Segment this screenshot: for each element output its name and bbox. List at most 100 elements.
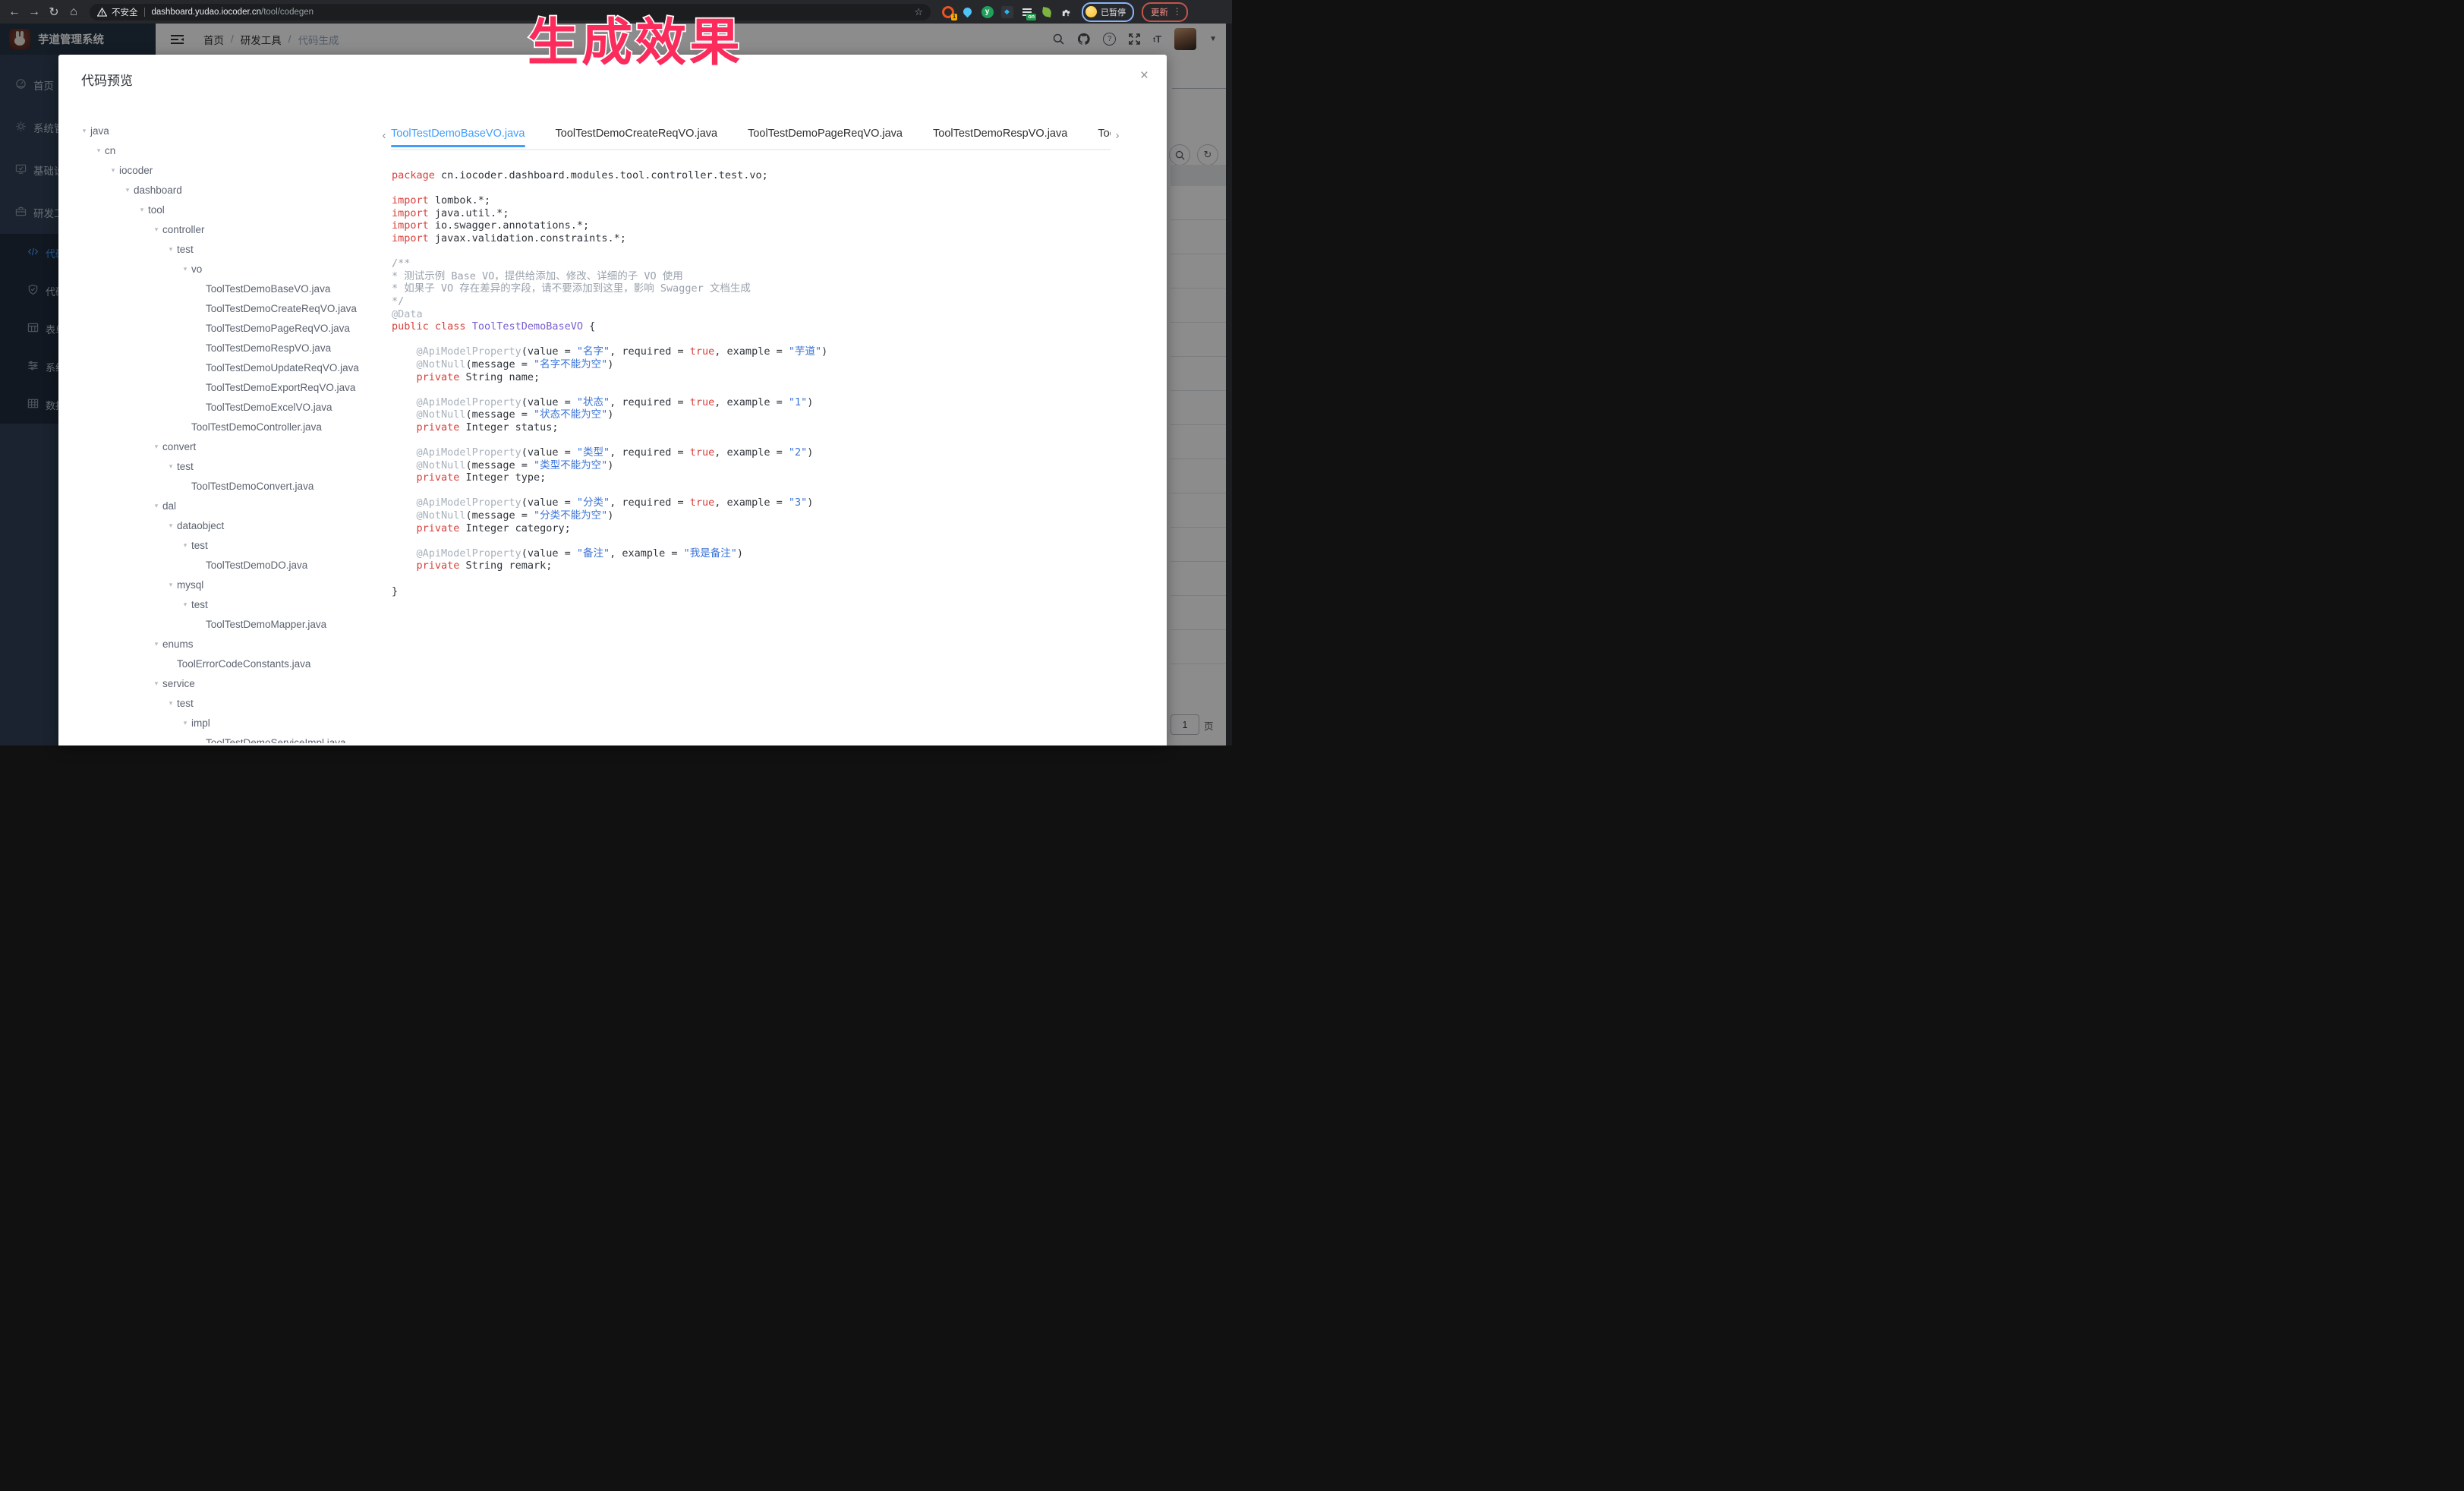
tree-file-ToolErrorCodeConstants.java[interactable]: ToolErrorCodeConstants.java: [74, 654, 373, 673]
expand-arrow-icon[interactable]: ▾: [165, 581, 177, 589]
profile-chip[interactable]: 已暂停: [1082, 2, 1134, 22]
tree-folder-mysql[interactable]: ▾mysql: [74, 575, 373, 594]
tree-folder-convert[interactable]: ▾convert: [74, 437, 373, 456]
tree-label: service: [162, 678, 195, 689]
code-line: @NotNull(message = "状态不能为空"): [392, 408, 1152, 421]
expand-arrow-icon[interactable]: ▾: [179, 600, 191, 609]
expand-arrow-icon[interactable]: ▾: [150, 679, 162, 688]
tree-folder-enums[interactable]: ▾enums: [74, 634, 373, 654]
tree-file-ToolTestDemoCreateReqVO.java[interactable]: ToolTestDemoCreateReqVO.java: [74, 298, 373, 318]
reload-icon[interactable]: ↻: [44, 5, 64, 20]
back-icon[interactable]: ←: [5, 5, 24, 19]
ubuntu-icon[interactable]: 1: [941, 5, 954, 18]
tree-label: ToolTestDemoServiceImpl.java: [206, 737, 346, 744]
expand-arrow-icon[interactable]: ▾: [165, 245, 177, 254]
update-button[interactable]: 更新 ⋮: [1142, 2, 1188, 22]
tree-folder-test[interactable]: ▾test: [74, 456, 373, 476]
tree-folder-dataobject[interactable]: ▾dataobject: [74, 515, 373, 535]
tree-file-ToolTestDemoBaseVO.java[interactable]: ToolTestDemoBaseVO.java: [74, 279, 373, 298]
update-button-label: 更新: [1151, 6, 1168, 18]
code-line: @ApiModelProperty(value = "名字", required…: [392, 345, 1152, 358]
tree-folder-dal[interactable]: ▾dal: [74, 496, 373, 515]
expand-arrow-icon[interactable]: ▾: [165, 462, 177, 471]
tab-ToolTestDemoUpdateReqVO.java[interactable]: ToolTestDemoUpdateReqVO.java: [1098, 120, 1111, 147]
tree-label: test: [177, 698, 194, 709]
tab-ToolTestDemoCreateReqVO.java[interactable]: ToolTestDemoCreateReqVO.java: [556, 120, 718, 147]
tree-folder-test[interactable]: ▾test: [74, 693, 373, 713]
tree-folder-test[interactable]: ▾test: [74, 535, 373, 555]
tree-file-ToolTestDemoPageReqVO.java[interactable]: ToolTestDemoPageReqVO.java: [74, 318, 373, 338]
expand-arrow-icon[interactable]: ▾: [136, 206, 148, 214]
expand-arrow-icon[interactable]: ▾: [150, 640, 162, 648]
home-icon[interactable]: ⌂: [64, 5, 83, 19]
tree-folder-controller[interactable]: ▾controller: [74, 219, 373, 239]
expand-arrow-icon[interactable]: ▾: [179, 265, 191, 273]
expand-arrow-icon[interactable]: ▾: [150, 225, 162, 234]
tab-ToolTestDemoPageReqVO.java[interactable]: ToolTestDemoPageReqVO.java: [748, 120, 903, 147]
green-y-icon[interactable]: y: [981, 5, 994, 18]
puzzle-icon[interactable]: [1060, 5, 1073, 18]
tree-folder-impl[interactable]: ▾impl: [74, 713, 373, 733]
tree-folder-tool[interactable]: ▾tool: [74, 200, 373, 219]
blue-diamond-icon[interactable]: ◆: [1000, 5, 1013, 18]
tree-file-ToolTestDemoDO.java[interactable]: ToolTestDemoDO.java: [74, 555, 373, 575]
address-bar[interactable]: 不安全 dashboard.yudao.iocoder.cn /tool/cod…: [90, 4, 931, 20]
code-line: @NotNull(message = "分类不能为空"): [392, 509, 1152, 522]
tree-label: cn: [105, 145, 115, 156]
tree-folder-cn[interactable]: ▾cn: [74, 140, 373, 160]
expand-arrow-icon[interactable]: ▾: [121, 186, 134, 194]
expand-arrow-icon[interactable]: ▾: [179, 541, 191, 550]
tree-label: ToolTestDemoDO.java: [206, 560, 307, 571]
tree-file-ToolTestDemoServiceImpl.java[interactable]: ToolTestDemoServiceImpl.java: [74, 733, 373, 743]
tree-folder-service[interactable]: ▾service: [74, 673, 373, 693]
tree-label: ToolTestDemoExportReqVO.java: [206, 382, 355, 393]
expand-arrow-icon[interactable]: ▾: [165, 522, 177, 530]
tree-file-ToolTestDemoConvert.java[interactable]: ToolTestDemoConvert.java: [74, 476, 373, 496]
tree-folder-iocoder[interactable]: ▾iocoder: [74, 160, 373, 180]
browser-scrollbar[interactable]: [1226, 24, 1232, 746]
tab-ToolTestDemoRespVO.java[interactable]: ToolTestDemoRespVO.java: [933, 120, 1067, 147]
star-icon[interactable]: ☆: [914, 6, 923, 18]
expand-arrow-icon[interactable]: ▾: [165, 699, 177, 708]
menu-kebab-icon[interactable]: ⋮: [1173, 8, 1182, 16]
tab-ToolTestDemoBaseVO.java[interactable]: ToolTestDemoBaseVO.java: [391, 120, 525, 147]
code-line: @NotNull(message = "名字不能为空"): [392, 358, 1152, 371]
tree-label: convert: [162, 441, 196, 452]
tree-file-ToolTestDemoUpdateReqVO.java[interactable]: ToolTestDemoUpdateReqVO.java: [74, 358, 373, 377]
tree-file-ToolTestDemoController.java[interactable]: ToolTestDemoController.java: [74, 417, 373, 437]
tree-folder-test[interactable]: ▾test: [74, 239, 373, 259]
code-line: @ApiModelProperty(value = "备注", example …: [392, 547, 1152, 560]
tree-folder-dashboard[interactable]: ▾dashboard: [74, 180, 373, 200]
security-label[interactable]: 不安全: [112, 6, 138, 18]
tree-label: enums: [162, 638, 194, 650]
code-preview-modal: 代码预览 × ▾java▾cn▾iocoder▾dashboard▾tool▾c…: [58, 55, 1167, 746]
tree-folder-vo[interactable]: ▾vo: [74, 259, 373, 279]
tree-folder-java[interactable]: ▾java: [74, 121, 373, 140]
tree-label: ToolTestDemoRespVO.java: [206, 342, 331, 354]
forward-icon[interactable]: →: [24, 5, 44, 19]
expand-arrow-icon[interactable]: ▾: [179, 719, 191, 727]
water-drop-icon[interactable]: [961, 5, 974, 18]
tree-file-ToolTestDemoExportReqVO.java[interactable]: ToolTestDemoExportReqVO.java: [74, 377, 373, 397]
code-line: [392, 333, 1152, 346]
expand-arrow-icon[interactable]: ▾: [78, 127, 90, 135]
divider: [144, 8, 145, 17]
tree-file-ToolTestDemoRespVO.java[interactable]: ToolTestDemoRespVO.java: [74, 338, 373, 358]
expand-arrow-icon[interactable]: ▾: [150, 502, 162, 510]
tree-folder-test[interactable]: ▾test: [74, 594, 373, 614]
tree-file-ToolTestDemoMapper.java[interactable]: ToolTestDemoMapper.java: [74, 614, 373, 634]
tree-file-ToolTestDemoExcelVO.java[interactable]: ToolTestDemoExcelVO.java: [74, 397, 373, 417]
close-icon[interactable]: ×: [1140, 68, 1149, 83]
code-line: [392, 572, 1152, 585]
tree-label: ToolTestDemoController.java: [191, 421, 322, 433]
tabs-scroll-right-icon[interactable]: ›: [1111, 129, 1124, 142]
tabs-scroll-left-icon[interactable]: ‹: [377, 129, 391, 142]
list-on-icon[interactable]: on: [1020, 5, 1033, 18]
expand-arrow-icon[interactable]: ▾: [107, 166, 119, 175]
code-viewer: package cn.iocoder.dashboard.modules.too…: [392, 169, 1152, 746]
tabs-scroller: ToolTestDemoBaseVO.java ToolTestDemoCreat…: [391, 120, 1111, 150]
sprout-icon[interactable]: [1040, 5, 1053, 18]
expand-arrow-icon[interactable]: ▾: [93, 147, 105, 155]
expand-arrow-icon[interactable]: ▾: [150, 443, 162, 451]
url-host: dashboard.yudao.iocoder.cn: [152, 8, 262, 17]
